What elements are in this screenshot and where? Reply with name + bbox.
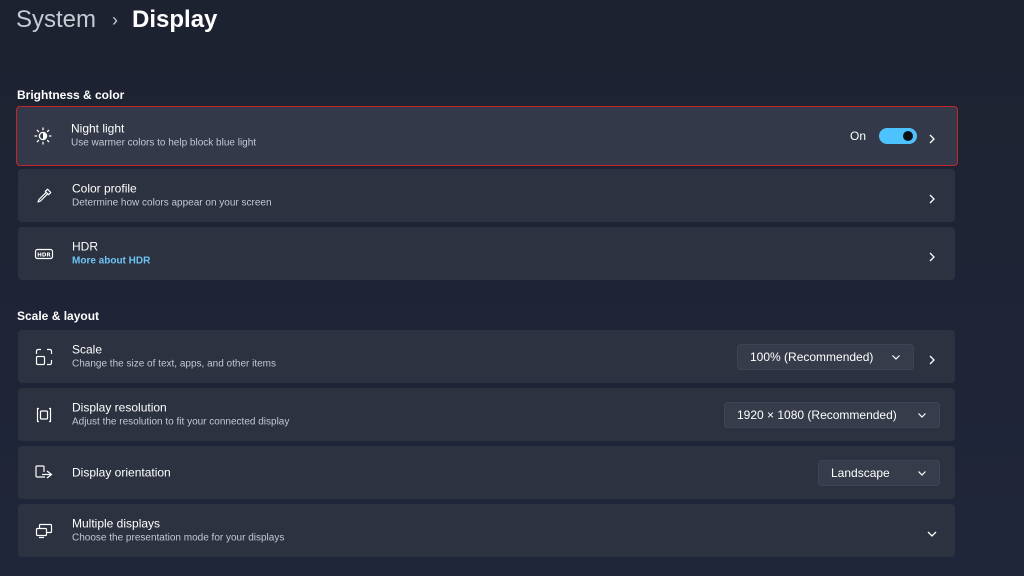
multiple-displays-icon	[34, 521, 54, 541]
chevron-down-icon	[917, 468, 927, 478]
breadcrumb-separator: ›	[112, 10, 119, 30]
scale-text: Scale Change the size of text, apps, and…	[72, 342, 276, 371]
color-profile-text: Color profile Determine how colors appea…	[72, 181, 272, 210]
eyedropper-icon	[34, 186, 54, 206]
chevron-down-icon[interactable]	[927, 526, 937, 537]
settings-page: System › Display Brightness & color Nigh…	[0, 0, 1024, 576]
multiple-displays-subtitle: Choose the presentation mode for your di…	[72, 532, 285, 543]
svg-text:HDR: HDR	[37, 252, 51, 258]
hdr-card[interactable]: HDR HDR More about HDR	[18, 227, 955, 280]
display-resolution-title: Display resolution	[72, 400, 167, 414]
multiple-displays-title: Multiple displays	[72, 516, 161, 530]
display-orientation-title: Display orientation	[72, 465, 171, 479]
night-light-title: Night light	[71, 121, 125, 136]
resolution-dropdown[interactable]: 1920 × 1080 (Recommended)	[724, 401, 940, 428]
scale-card[interactable]: Scale Change the size of text, apps, and…	[18, 330, 955, 383]
color-profile-card[interactable]: Color profile Determine how colors appea…	[18, 169, 955, 222]
night-light-card[interactable]: Night light Use warmer colors to help bl…	[16, 106, 958, 166]
hdr-title: HDR	[72, 239, 98, 253]
color-profile-subtitle: Determine how colors appear on your scre…	[72, 197, 272, 208]
scale-subtitle: Change the size of text, apps, and other…	[72, 358, 277, 369]
night-light-subtitle: Use warmer colors to help block blue lig…	[71, 137, 257, 149]
display-orientation-text: Display orientation	[72, 465, 171, 480]
resolution-dropdown-value: 1920 × 1080 (Recommended)	[737, 407, 897, 422]
breadcrumb-system[interactable]: System	[16, 4, 96, 36]
display-resolution-subtitle: Adjust the resolution to fit your connec…	[72, 416, 290, 427]
night-light-toggle[interactable]	[879, 128, 917, 144]
orientation-dropdown-value: Landscape	[831, 465, 890, 480]
hdr-more-link[interactable]: More about HDR	[72, 254, 150, 268]
multiple-displays-text: Multiple displays Choose the presentatio…	[72, 516, 284, 545]
night-light-status: On	[849, 129, 866, 143]
chevron-right-icon	[927, 131, 937, 144]
orientation-dropdown[interactable]: Landscape	[818, 459, 940, 486]
chevron-right-icon	[927, 249, 937, 261]
hdr-icon: HDR	[34, 244, 54, 264]
display-resolution-text: Display resolution Adjust the resolution…	[72, 400, 289, 429]
scale-dropdown-value: 100% (Recommended)	[750, 349, 874, 364]
breadcrumb: System › Display	[16, 4, 217, 36]
scale-title: Scale	[72, 342, 103, 356]
scale-dropdown[interactable]: 100% (Recommended)	[737, 343, 914, 370]
orientation-icon	[34, 463, 54, 483]
chevron-right-icon	[927, 352, 937, 364]
hdr-text: HDR More about HDR	[72, 239, 150, 268]
display-orientation-card[interactable]: Display orientation Landscape	[18, 446, 955, 499]
color-profile-title: Color profile	[72, 181, 137, 195]
section-title-scale: Scale & layout	[17, 309, 100, 323]
page-title: Display	[132, 6, 218, 33]
display-resolution-card[interactable]: Display resolution Adjust the resolution…	[18, 388, 955, 441]
brightness-sun-icon	[33, 126, 53, 146]
resolution-icon	[34, 405, 54, 425]
chevron-down-icon	[917, 410, 927, 420]
multiple-displays-card[interactable]: Multiple displays Choose the presentatio…	[18, 504, 955, 557]
scale-icon	[34, 347, 54, 367]
night-light-text: Night light Use warmer colors to help bl…	[71, 122, 256, 151]
chevron-down-icon	[891, 352, 901, 362]
chevron-right-icon	[927, 191, 937, 203]
toggle-knob	[903, 131, 913, 141]
section-title-brightness: Brightness & color	[17, 88, 125, 102]
